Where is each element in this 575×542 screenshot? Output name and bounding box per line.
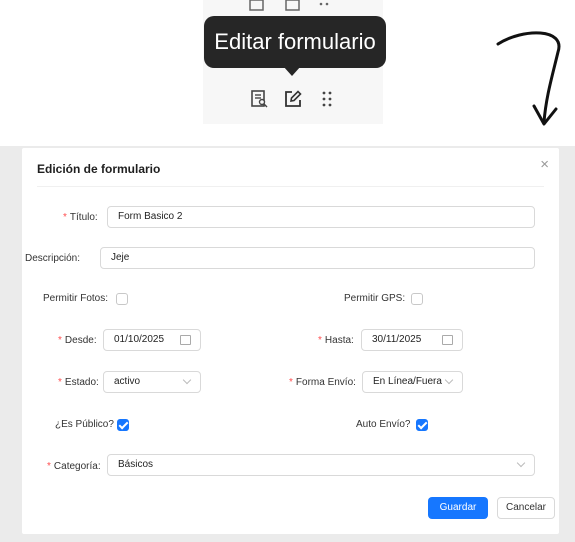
categoria-label: * Categoría:: [47, 461, 101, 472]
titulo-label: * Título:: [63, 212, 98, 223]
permitir-gps-label: Permitir GPS:: [344, 293, 406, 304]
cancel-button[interactable]: Cancelar: [497, 497, 555, 519]
permitir-fotos-label: Permitir Fotos:: [43, 293, 109, 304]
required-mark: *: [47, 461, 51, 472]
chevron-down-icon: [444, 375, 454, 385]
estado-select[interactable]: activo: [103, 371, 201, 393]
permitir-fotos-checkbox[interactable]: [116, 293, 128, 305]
desde-date-input[interactable]: 01/10/2025: [103, 329, 201, 351]
estado-value: activo: [114, 376, 141, 387]
save-button[interactable]: Guardar: [428, 497, 488, 519]
es-publico-label: ¿Es Público?: [55, 419, 114, 430]
edit-form-modal: Edición de formulario × * Título: Form Ba…: [22, 148, 559, 534]
modal-title: Edición de formulario: [37, 162, 161, 176]
annotation-arrow: [496, 31, 561, 126]
permitir-gps-checkbox[interactable]: [411, 293, 423, 305]
desde-label: * Desde:: [58, 335, 97, 346]
toolbar-icons-faded: [246, 0, 346, 16]
chevron-down-icon: [182, 375, 192, 385]
descripcion-label: Descripción:: [25, 253, 81, 264]
es-publico-checkbox[interactable]: [117, 419, 129, 431]
required-mark: *: [58, 377, 62, 388]
required-mark: *: [63, 212, 67, 223]
titulo-input[interactable]: Form Basico 2: [107, 206, 535, 228]
descripcion-input[interactable]: Jeje: [100, 247, 535, 269]
required-mark: *: [318, 335, 322, 346]
drag-handle-icon[interactable]: [316, 88, 338, 110]
forma-envio-select[interactable]: En Línea/Fuera: [362, 371, 463, 393]
categoria-value: Básicos: [118, 459, 154, 470]
desde-value: 01/10/2025: [114, 334, 165, 345]
required-mark: *: [289, 377, 293, 388]
close-icon[interactable]: ×: [540, 156, 549, 173]
modal-divider: [37, 186, 544, 187]
chevron-down-icon: [516, 458, 526, 468]
calendar-icon: [442, 335, 453, 345]
required-mark: *: [58, 335, 62, 346]
categoria-select[interactable]: Básicos: [107, 454, 535, 476]
tooltip-arrow: [283, 66, 301, 76]
calendar-icon: [180, 335, 191, 345]
auto-envio-checkbox[interactable]: [416, 419, 428, 431]
estado-label: * Estado:: [58, 377, 99, 388]
hasta-label: * Hasta:: [318, 335, 354, 346]
forma-envio-value: En Línea/Fuera: [373, 376, 442, 387]
auto-envio-label: Auto Envío?: [356, 419, 411, 430]
hasta-value: 30/11/2025: [372, 334, 422, 345]
form-view-icon[interactable]: [248, 88, 270, 110]
hasta-date-input[interactable]: 30/11/2025: [361, 329, 463, 351]
forma-envio-label: * Forma Envío:: [289, 377, 356, 388]
edit-form-icon[interactable]: [282, 88, 304, 110]
edit-form-tooltip: Editar formulario: [204, 16, 386, 68]
